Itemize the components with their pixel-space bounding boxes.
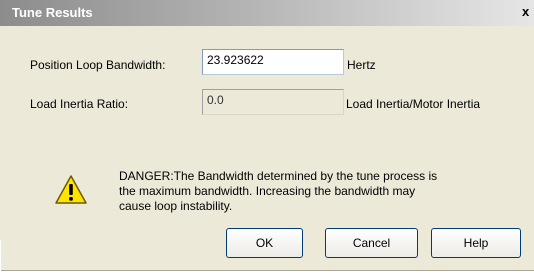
window-edge xyxy=(0,240,1,280)
warning-line: the maximum bandwidth. Increasing the ba… xyxy=(119,184,416,198)
inertia-field: 0.0 xyxy=(202,89,344,115)
help-button[interactable]: Help xyxy=(431,228,521,258)
inertia-label: Load Inertia Ratio: xyxy=(30,97,129,111)
tune-results-dialog: Tune Results x Position Loop Bandwidth: … xyxy=(0,0,534,271)
bandwidth-label: Position Loop Bandwidth: xyxy=(30,58,166,72)
title-bar[interactable]: Tune Results x xyxy=(0,0,534,26)
close-button[interactable]: x xyxy=(522,4,534,20)
warning-message: DANGER:The Bandwidth determined by the t… xyxy=(119,169,519,214)
cancel-button[interactable]: Cancel xyxy=(325,228,418,258)
bandwidth-unit: Hertz xyxy=(347,58,376,72)
warning-line: DANGER:The Bandwidth determined by the t… xyxy=(119,169,438,183)
ok-button[interactable]: OK xyxy=(226,228,303,258)
inertia-unit: Load Inertia/Motor Inertia xyxy=(346,97,481,111)
bandwidth-input[interactable]: 23.923622 xyxy=(202,49,344,75)
dialog-title: Tune Results xyxy=(12,5,93,20)
warning-line: cause loop instability. xyxy=(119,199,233,213)
warning-icon xyxy=(54,174,88,206)
